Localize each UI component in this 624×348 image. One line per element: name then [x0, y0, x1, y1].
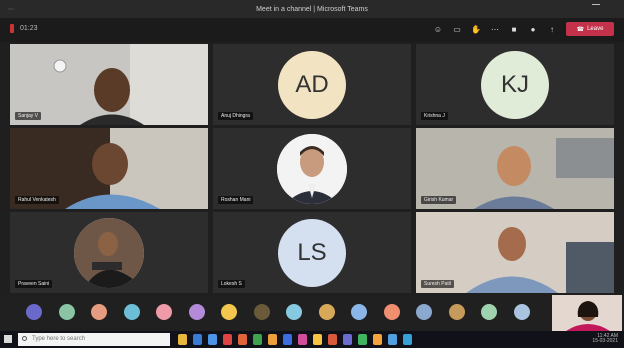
participant-name: Sanjay V [15, 112, 42, 120]
taskbar-app-icon[interactable] [403, 334, 412, 345]
participant-name: Rahul Venkatesh [15, 196, 59, 204]
participant-avatar[interactable] [286, 304, 302, 320]
taskbar-app-icon[interactable] [313, 334, 322, 345]
windows-taskbar: Type here to search 11:42 AM 15-03-2021 [0, 331, 624, 348]
participant-tile[interactable]: Suresh Patil [416, 212, 614, 293]
participant-avatar[interactable] [481, 304, 497, 320]
taskbar-app-icon[interactable] [208, 334, 217, 345]
participant-avatar[interactable] [253, 304, 270, 320]
meeting-timer: 01:23 [20, 25, 38, 32]
taskbar-app-icon[interactable] [268, 334, 277, 345]
meeting-info: 01:23 [10, 24, 38, 33]
mic-icon[interactable]: ● [528, 24, 538, 34]
participant-avatar[interactable] [416, 304, 432, 320]
participant-tile[interactable]: Roshan Mani [213, 128, 411, 209]
more-actions-icon[interactable]: ⋯ [490, 24, 500, 34]
participant-avatar[interactable] [383, 304, 400, 320]
participant-avatar[interactable] [91, 304, 107, 320]
search-placeholder: Type here to search [32, 336, 86, 342]
participant-tile[interactable]: Praveen Saini [10, 212, 208, 293]
chat-icon[interactable]: ▭ [452, 24, 462, 34]
participant-avatar[interactable] [351, 304, 367, 320]
participant-avatar[interactable] [448, 304, 465, 320]
participant-grid: Sanjay V AD Anuj Dhingra KJ Krishna J Ra… [10, 44, 614, 294]
taskbar-app-icon[interactable] [358, 334, 367, 345]
avatar: LS [278, 218, 346, 287]
taskbar-app-icon[interactable] [253, 334, 262, 345]
share-icon[interactable]: ↑ [547, 24, 557, 34]
taskbar-app-icon[interactable] [193, 334, 202, 345]
meeting-toolbar: 01:23 ☺ ▭ ✋ ⋯ ■ ● ↑ ☎ Leave [0, 18, 624, 42]
taskbar-apps [178, 334, 412, 345]
window-title: Meet in a channel | Microsoft Teams [256, 5, 368, 13]
taskbar-app-icon[interactable] [238, 334, 247, 345]
avatar: KJ [481, 50, 549, 119]
teams-meeting-window: ⋯ Meet in a channel | Microsoft Teams 01… [0, 0, 624, 348]
participant-tile[interactable]: Girish Kumar [416, 128, 614, 209]
participant-avatar[interactable] [188, 304, 205, 320]
people-icon[interactable]: ☺ [433, 24, 443, 34]
participant-tile[interactable]: AD Anuj Dhingra [213, 44, 411, 125]
taskbar-app-icon[interactable] [283, 334, 292, 345]
taskbar-app-icon[interactable] [388, 334, 397, 345]
participant-avatar[interactable] [123, 304, 140, 320]
phone-icon: ☎ [576, 26, 585, 33]
participant-avatar[interactable] [221, 304, 237, 320]
participant-avatar[interactable] [58, 304, 75, 320]
participant-name: Praveen Saini [15, 280, 53, 288]
taskbar-search-input[interactable]: Type here to search [18, 333, 170, 346]
camera-icon[interactable]: ■ [509, 24, 519, 34]
taskbar-app-icon[interactable] [328, 334, 337, 345]
participant-name: Suresh Patil [421, 280, 454, 288]
participant-name: Roshan Mani [218, 196, 254, 204]
participant-name: Krishna J [421, 112, 448, 120]
participant-name: Girish Kumar [421, 196, 457, 204]
raise-hand-icon[interactable]: ✋ [471, 24, 481, 34]
system-tray: 11:42 AM 15-03-2021 [592, 334, 618, 344]
avatar [74, 217, 144, 288]
participant-tile[interactable]: LS Lokesh S [213, 212, 411, 293]
taskbar-app-icon[interactable] [343, 334, 352, 345]
taskbar-app-icon[interactable] [298, 334, 307, 345]
participant-name: Lokesh S [218, 280, 245, 288]
leave-label: Leave [587, 26, 604, 32]
avatar [277, 133, 347, 204]
leave-button[interactable]: ☎ Leave [566, 22, 614, 36]
meeting-controls: ☺ ▭ ✋ ⋯ ■ ● ↑ ☎ Leave [433, 22, 614, 36]
more-icon[interactable]: ⋯ [8, 6, 14, 13]
participant-avatar[interactable] [513, 304, 530, 320]
taskbar-app-icon[interactable] [373, 334, 382, 345]
search-icon [22, 336, 27, 341]
title-bar: ⋯ Meet in a channel | Microsoft Teams [0, 0, 624, 18]
participant-avatar-strip [0, 296, 624, 330]
shield-icon [10, 24, 14, 33]
participant-avatar[interactable] [26, 304, 42, 320]
participant-tile[interactable]: Rahul Venkatesh [10, 128, 208, 209]
minimize-button[interactable] [592, 4, 600, 5]
participant-name: Anuj Dhingra [218, 112, 253, 120]
avatar: AD [278, 50, 346, 119]
taskbar-app-icon[interactable] [223, 334, 232, 345]
participant-avatar[interactable] [156, 304, 172, 320]
windows-start-icon[interactable] [4, 335, 12, 343]
self-view-video[interactable] [552, 295, 622, 331]
tray-date: 15-03-2021 [592, 338, 618, 344]
taskbar-app-icon[interactable] [178, 334, 187, 345]
participant-avatar[interactable] [318, 304, 335, 320]
participant-tile[interactable]: Sanjay V [10, 44, 208, 125]
participant-tile[interactable]: KJ Krishna J [416, 44, 614, 125]
